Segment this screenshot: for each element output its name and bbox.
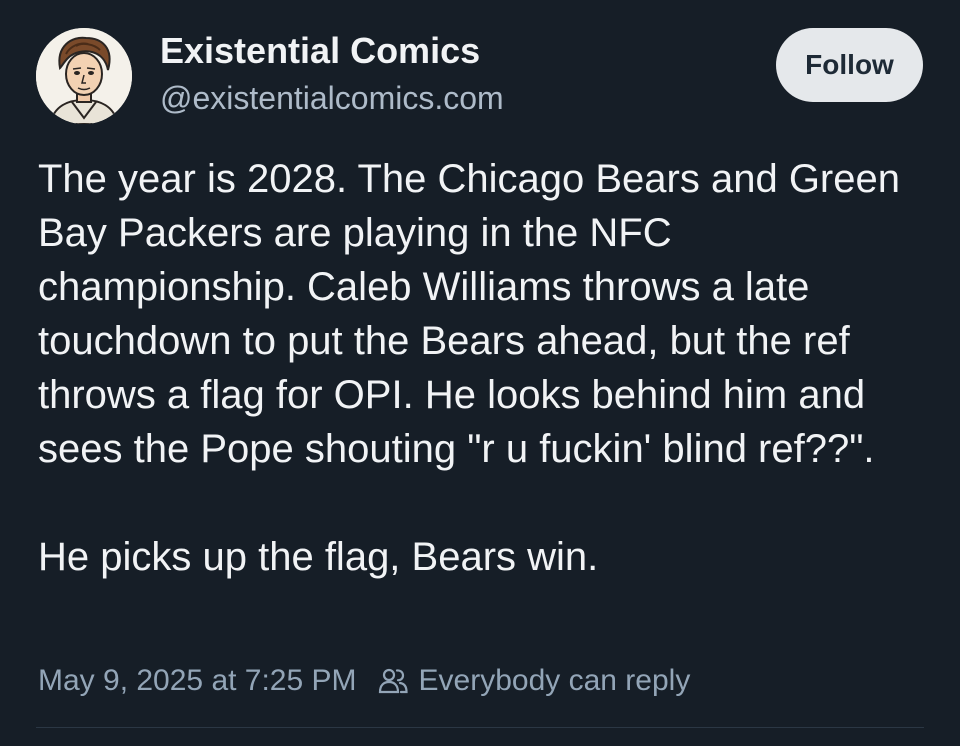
post-text: The year is 2028. The Chicago Bears and … xyxy=(38,152,918,584)
author-handle[interactable]: @existentialcomics.com xyxy=(160,80,504,117)
post-paragraph: The year is 2028. The Chicago Bears and … xyxy=(38,157,900,471)
post-paragraph: He picks up the flag, Bears win. xyxy=(38,535,599,579)
post-card: Existential Comics @existentialcomics.co… xyxy=(0,0,960,746)
post-timestamp[interactable]: May 9, 2025 at 7:25 PM xyxy=(38,664,357,698)
divider xyxy=(36,727,924,728)
follow-button[interactable]: Follow xyxy=(776,28,923,102)
reply-setting-label: Everybody can reply xyxy=(418,664,691,697)
people-icon xyxy=(378,668,408,694)
author-name[interactable]: Existential Comics xyxy=(160,30,480,72)
author-avatar[interactable] xyxy=(36,28,132,124)
reply-settings[interactable]: Everybody can reply xyxy=(377,664,691,698)
cartoon-portrait-icon xyxy=(36,28,132,124)
post-meta: May 9, 2025 at 7:25 PM Everybody can rep… xyxy=(38,660,690,702)
